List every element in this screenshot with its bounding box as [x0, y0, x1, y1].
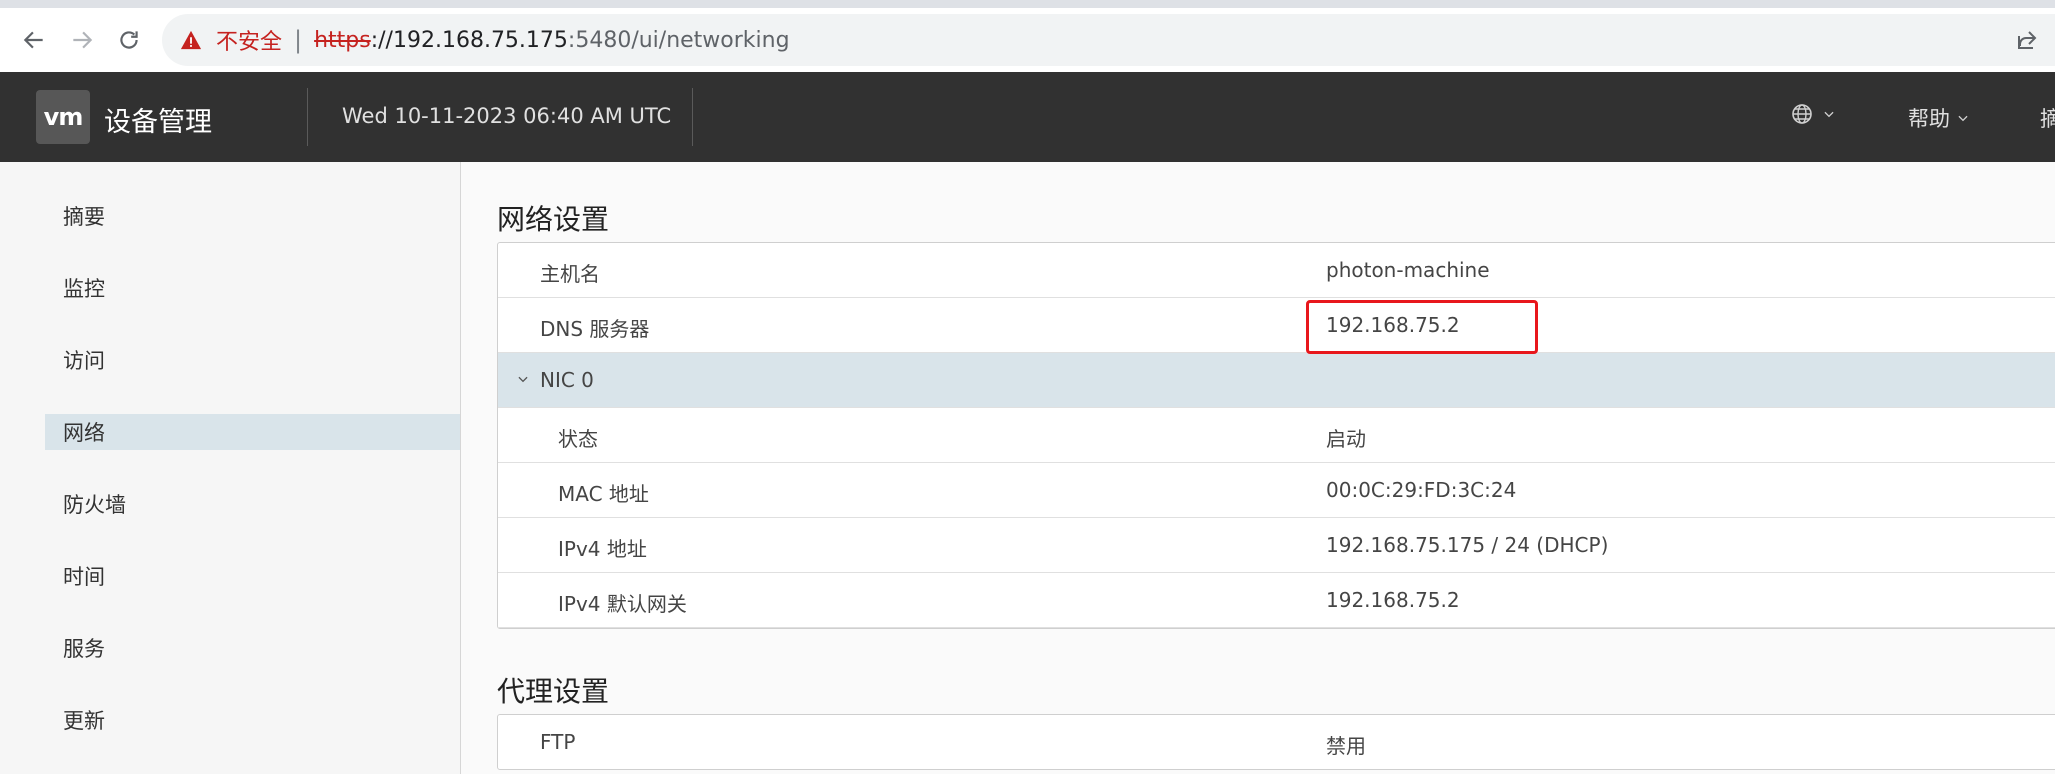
- address-separator: |: [294, 26, 303, 54]
- sidebar-item-networking[interactable]: 网络: [45, 414, 460, 450]
- hostname-value: photon-machine: [1326, 258, 1490, 282]
- url-text[interactable]: https://192.168.75.175:5480/ui/networkin…: [314, 28, 789, 53]
- gateway-value: 192.168.75.2: [1326, 588, 1460, 612]
- sidebar-item-access[interactable]: 访问: [45, 342, 460, 378]
- nic-label: NIC 0: [540, 368, 594, 392]
- help-menu[interactable]: 帮助: [1908, 103, 1970, 133]
- status-label: 状态: [558, 427, 598, 451]
- sidebar-item-update[interactable]: 更新: [45, 702, 460, 738]
- back-arrow-icon: [23, 31, 43, 49]
- proxy-settings-card: FTP 禁用: [497, 714, 2055, 770]
- table-row: 主机名 photon-machine: [498, 243, 2055, 298]
- ipv4-value: 192.168.75.175 / 24 (DHCP): [1326, 533, 1609, 557]
- globe-icon: [1792, 104, 1812, 124]
- table-row: 状态 启动: [498, 408, 2055, 463]
- app-header: vm 设备管理 Wed 10-11-2023 06:40 AM UTC 帮助 摘: [0, 72, 2055, 162]
- header-menu-item[interactable]: 摘: [2040, 103, 2055, 133]
- network-settings-title: 网络设置: [497, 203, 610, 236]
- hostname-label: 主机名: [540, 262, 600, 286]
- sidebar: 摘要 监控 访问 网络 防火墙 时间 服务 更新: [0, 162, 461, 774]
- ipv4-label: IPv4 地址: [558, 537, 647, 561]
- header-datetime: Wed 10-11-2023 06:40 AM UTC: [342, 104, 672, 128]
- ftp-value: 禁用: [1326, 734, 1366, 758]
- mac-label: MAC 地址: [558, 482, 649, 506]
- warning-icon[interactable]: [180, 29, 202, 51]
- mac-value: 00:0C:29:FD:3C:24: [1326, 478, 1517, 502]
- browser-toolbar: 不安全 | https://192.168.75.175:5480/ui/net…: [0, 8, 2055, 73]
- chevron-down-icon[interactable]: [516, 372, 530, 386]
- header-divider: [692, 88, 693, 146]
- gateway-label: IPv4 默认网关: [558, 592, 687, 616]
- proxy-settings-title: 代理设置: [497, 675, 610, 708]
- sidebar-item-summary[interactable]: 摘要: [45, 198, 460, 234]
- network-settings-card: 主机名 photon-machine DNS 服务器 192.168.75.2 …: [497, 242, 2055, 629]
- reload-button[interactable]: [109, 20, 149, 60]
- browser-tab-strip: [0, 0, 2055, 8]
- app-title: 设备管理: [104, 107, 212, 138]
- language-menu[interactable]: [1790, 102, 1836, 126]
- sidebar-item-firewall[interactable]: 防火墙: [45, 486, 460, 522]
- table-row: MAC 地址 00:0C:29:FD:3C:24: [498, 463, 2055, 518]
- share-icon[interactable]: [2015, 28, 2039, 52]
- sidebar-item-services[interactable]: 服务: [45, 630, 460, 666]
- forward-arrow-icon: [73, 31, 93, 49]
- table-row: IPv4 默认网关 192.168.75.2: [498, 573, 2055, 628]
- not-secure-label[interactable]: 不安全: [216, 24, 282, 56]
- back-button[interactable]: [14, 20, 54, 60]
- table-row: IPv4 地址 192.168.75.175 / 24 (DHCP): [498, 518, 2055, 573]
- dns-label: DNS 服务器: [540, 317, 650, 341]
- highlight-annotation: [1306, 300, 1538, 354]
- sidebar-item-monitor[interactable]: 监控: [45, 270, 460, 306]
- url-host: ://192.168.75.175: [370, 27, 568, 53]
- table-row: FTP 禁用: [498, 715, 2055, 769]
- vmware-logo: vm: [36, 90, 90, 144]
- url-path: :5480/ui/networking: [567, 27, 790, 53]
- sidebar-item-time[interactable]: 时间: [45, 558, 460, 594]
- chevron-down-icon: [1824, 111, 1834, 118]
- address-bar[interactable]: 不安全 | https://192.168.75.175:5480/ui/net…: [162, 14, 2055, 66]
- chevron-down-icon: [1958, 115, 1968, 122]
- forward-button[interactable]: [62, 20, 102, 60]
- status-value: 启动: [1326, 427, 1366, 451]
- ftp-label: FTP: [540, 730, 576, 754]
- url-protocol: https: [314, 27, 371, 53]
- table-row: DNS 服务器 192.168.75.2: [498, 298, 2055, 353]
- main-content: 网络设置 主机名 photon-machine DNS 服务器 192.168.…: [461, 162, 2055, 774]
- help-label: 帮助: [1908, 107, 1950, 131]
- nic-group-row[interactable]: NIC 0: [498, 353, 2055, 408]
- reload-icon: [120, 31, 138, 49]
- header-divider: [307, 88, 308, 146]
